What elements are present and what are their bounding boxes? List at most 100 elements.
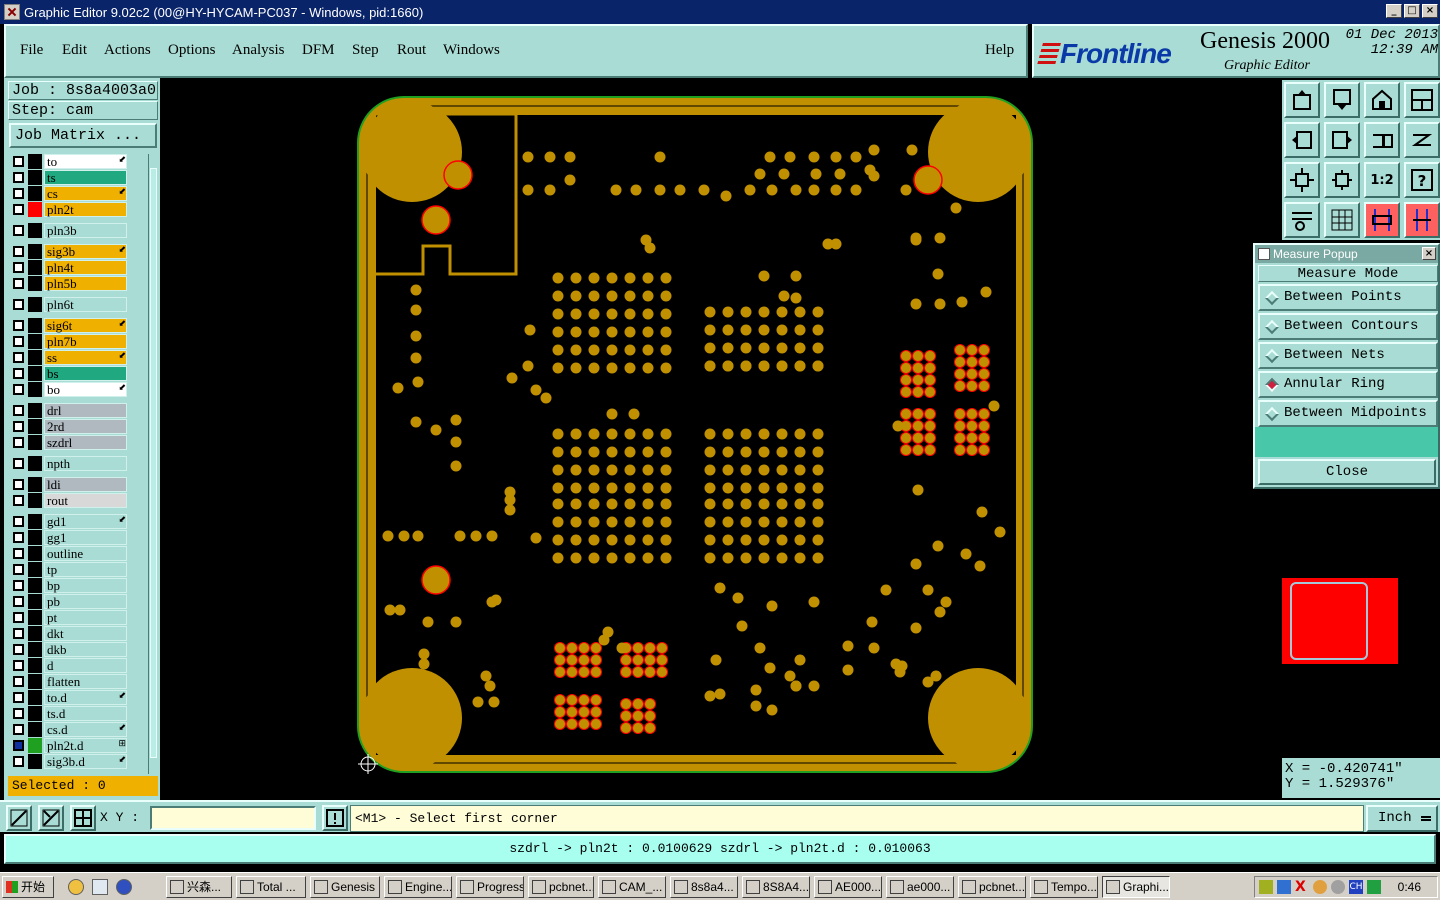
layer-name[interactable]: d — [44, 658, 127, 673]
layer-color-swatch[interactable] — [28, 706, 42, 721]
layer-checkbox[interactable] — [13, 262, 24, 273]
layer-color-swatch[interactable] — [28, 403, 42, 418]
layer-name[interactable]: 2rd — [44, 419, 127, 434]
tray-x-icon[interactable]: X — [1295, 880, 1309, 894]
mode-between-contours[interactable]: Between Contours — [1258, 313, 1438, 340]
layer-row-outline[interactable]: outline — [10, 546, 148, 561]
layer-row-flatten[interactable]: flatten — [10, 674, 148, 689]
layer-row-ts[interactable]: ts — [10, 170, 148, 185]
layer-name[interactable]: pb — [44, 594, 127, 609]
layer-name[interactable]: pln5b — [44, 276, 127, 291]
taskbar-item[interactable]: 8s8a4... — [670, 876, 738, 898]
layer-row-pln2t[interactable]: pln2t — [10, 202, 148, 217]
layer-checkbox[interactable] — [13, 596, 24, 607]
layer-color-swatch[interactable] — [28, 690, 42, 705]
layer-checkbox[interactable] — [13, 320, 24, 331]
layer-row-gd1[interactable]: gd1 ⬋ — [10, 514, 148, 529]
layer-color-swatch[interactable] — [28, 154, 42, 169]
layer-color-swatch[interactable] — [28, 334, 42, 349]
layer-color-swatch[interactable] — [28, 244, 42, 259]
menu-options[interactable]: Options — [168, 42, 216, 59]
menu-edit[interactable]: Edit — [62, 42, 87, 59]
layer-name[interactable]: sig3b.d — [44, 754, 127, 769]
graphic-canvas[interactable] — [160, 80, 1280, 800]
layer-color-swatch[interactable] — [28, 626, 42, 641]
zoom-window-icon[interactable] — [1404, 82, 1440, 118]
minimize-button[interactable]: _ — [1386, 4, 1402, 18]
layer-checkbox[interactable] — [13, 368, 24, 379]
layer-row-cs[interactable]: cs ⬋ — [10, 186, 148, 201]
maximize-button[interactable]: □ — [1404, 4, 1420, 18]
layer-checkbox[interactable] — [13, 692, 24, 703]
layer-row-pt[interactable]: pt — [10, 610, 148, 625]
layer-color-swatch[interactable] — [28, 382, 42, 397]
layer-checkbox[interactable] — [13, 676, 24, 687]
tray-clock-icon[interactable] — [1331, 880, 1345, 894]
popup-close-icon[interactable]: × — [1422, 247, 1436, 260]
layer-row-2rd[interactable]: 2rd — [10, 419, 148, 434]
layer-row-tp[interactable]: tp — [10, 562, 148, 577]
layer-name[interactable]: cs.d — [44, 722, 127, 737]
pan-right-icon[interactable] — [1324, 122, 1360, 158]
layer-checkbox[interactable] — [13, 352, 24, 363]
layer-name[interactable]: ss — [44, 350, 127, 365]
layer-checkbox[interactable] — [13, 336, 24, 347]
layer-name[interactable]: sig6t — [44, 318, 127, 333]
layer-name[interactable]: pt — [44, 610, 127, 625]
layer-color-swatch[interactable] — [28, 562, 42, 577]
layer-color-swatch[interactable] — [28, 514, 42, 529]
job-matrix-button[interactable]: Job Matrix ... — [9, 123, 157, 148]
measure-tool-icon[interactable] — [1364, 202, 1400, 238]
layer-checkbox[interactable] — [13, 548, 24, 559]
layer-color-swatch[interactable] — [28, 419, 42, 434]
layer-color-swatch[interactable] — [28, 223, 42, 238]
menu-dfm[interactable]: DFM — [302, 42, 335, 59]
layer-color-swatch[interactable] — [28, 722, 42, 737]
layer-row-dkb[interactable]: dkb — [10, 642, 148, 657]
pcb-board[interactable] — [160, 80, 1280, 800]
layer-checkbox[interactable] — [13, 479, 24, 490]
taskbar-item[interactable]: Graphi... — [1102, 876, 1170, 898]
layer-color-swatch[interactable] — [28, 366, 42, 381]
layer-checkbox[interactable] — [13, 564, 24, 575]
layer-checkbox[interactable] — [13, 660, 24, 671]
layer-color-swatch[interactable] — [28, 202, 42, 217]
menu-actions[interactable]: Actions — [104, 42, 151, 59]
layer-color-swatch[interactable] — [28, 594, 42, 609]
layer-checkbox[interactable] — [13, 384, 24, 395]
layer-color-swatch[interactable] — [28, 610, 42, 625]
settings-tools-icon[interactable] — [1284, 202, 1320, 238]
layer-checkbox[interactable] — [13, 421, 24, 432]
help-question-icon[interactable]: ? — [1404, 162, 1440, 198]
layer-row-pln4t[interactable]: pln4t — [10, 260, 148, 275]
layer-checkbox[interactable] — [13, 172, 24, 183]
layer-checkbox[interactable] — [13, 644, 24, 655]
layer-name[interactable]: bo — [44, 382, 127, 397]
taskbar-item[interactable]: pcbnet... — [958, 876, 1026, 898]
menu-windows[interactable]: Windows — [443, 42, 500, 59]
tray-sound-icon[interactable] — [1367, 880, 1381, 894]
layer-name[interactable]: gd1 — [44, 514, 127, 529]
layer-row-ts-d[interactable]: ts.d — [10, 706, 148, 721]
quicklaunch-desktop-icon[interactable] — [92, 879, 108, 895]
layer-name[interactable]: tp — [44, 562, 127, 577]
layer-name[interactable]: to.d — [44, 690, 127, 705]
layer-color-swatch[interactable] — [28, 170, 42, 185]
layer-name[interactable]: ldi — [44, 477, 127, 492]
layer-checkbox[interactable] — [13, 756, 24, 767]
layer-color-swatch[interactable] — [28, 658, 42, 673]
layer-checkbox[interactable] — [13, 188, 24, 199]
taskbar-item[interactable]: 8S8A4... — [742, 876, 810, 898]
taskbar-item[interactable]: Total ... — [236, 876, 306, 898]
app-icon[interactable] — [4, 4, 20, 20]
layer-name[interactable]: pln3b — [44, 223, 127, 238]
layer-checkbox[interactable] — [13, 628, 24, 639]
tray-antivirus-icon[interactable] — [1313, 880, 1327, 894]
pan-down-icon[interactable] — [1324, 82, 1360, 118]
layer-name[interactable]: flatten — [44, 674, 127, 689]
layer-row-to[interactable]: to ⬋ — [10, 154, 148, 169]
cursor-mode-icon[interactable] — [38, 805, 64, 831]
mode-between-nets[interactable]: Between Nets — [1258, 342, 1438, 369]
menu-step[interactable]: Step — [352, 42, 379, 59]
layer-name[interactable]: dkb — [44, 642, 127, 657]
